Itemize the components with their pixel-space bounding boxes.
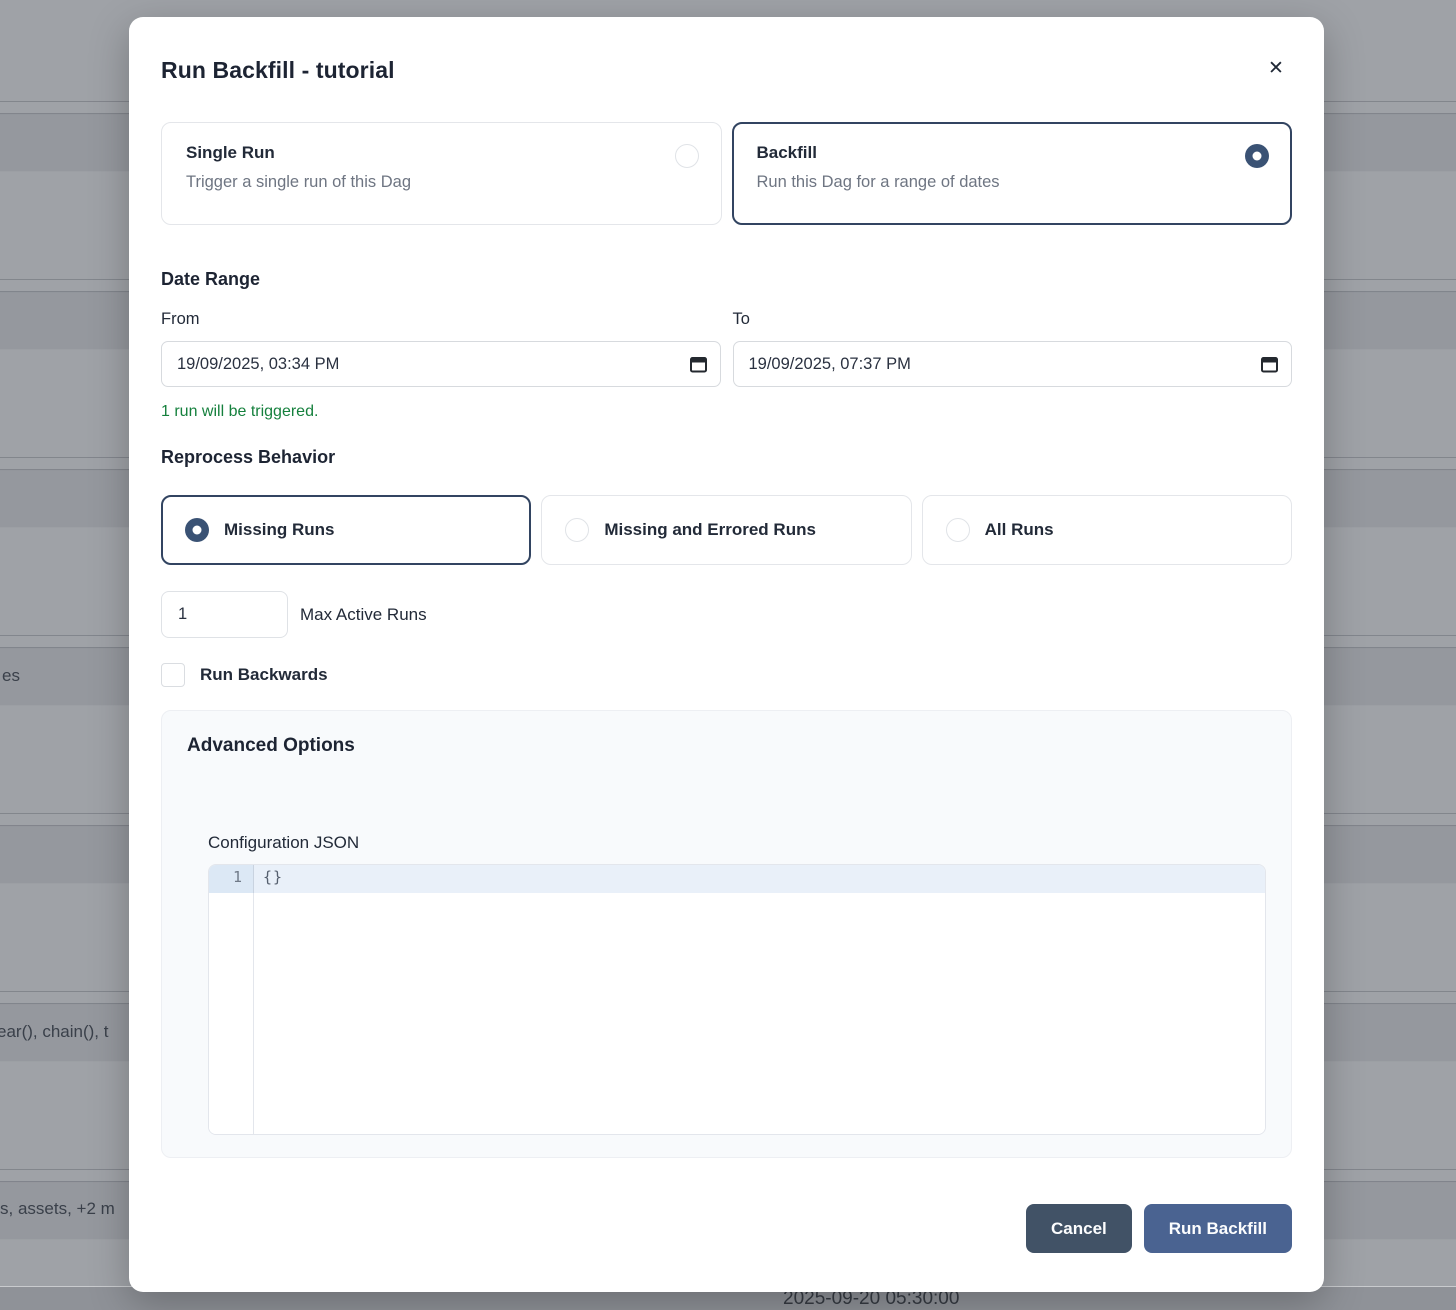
dialog-footer: Cancel Run Backfill bbox=[161, 1204, 1292, 1253]
reprocess-card-label: Missing and Errored Runs bbox=[604, 520, 816, 540]
max-active-runs-field: Max Active Runs bbox=[161, 591, 1292, 638]
editor-empty-area[interactable] bbox=[254, 893, 1265, 1134]
mode-card-label: Backfill bbox=[757, 143, 1268, 163]
background-table-text: ear(), chain(), t bbox=[0, 1022, 108, 1042]
radio-button[interactable] bbox=[946, 518, 970, 542]
configuration-json-label: Configuration JSON bbox=[208, 833, 1266, 853]
run-backfill-button[interactable]: Run Backfill bbox=[1144, 1204, 1292, 1253]
background-table-text: es bbox=[2, 666, 20, 686]
reprocess-card-missing-and-errored[interactable]: Missing and Errored Runs bbox=[541, 495, 911, 565]
editor-code-line[interactable]: {} bbox=[254, 865, 1265, 893]
run-backwards-label: Run Backwards bbox=[200, 665, 328, 685]
radio-button[interactable] bbox=[675, 144, 699, 168]
run-backwards-checkbox[interactable] bbox=[161, 663, 185, 687]
calendar-icon[interactable] bbox=[1261, 356, 1278, 373]
editor-line-number: 1 bbox=[209, 865, 254, 893]
reprocess-card-missing-runs[interactable]: Missing Runs bbox=[161, 495, 531, 565]
cancel-button[interactable]: Cancel bbox=[1026, 1204, 1132, 1253]
max-active-runs-label: Max Active Runs bbox=[300, 605, 427, 625]
radio-button-selected[interactable] bbox=[185, 518, 209, 542]
max-active-runs-input[interactable] bbox=[161, 591, 288, 638]
advanced-options-heading: Advanced Options bbox=[187, 735, 1266, 757]
reprocess-card-label: All Runs bbox=[985, 520, 1054, 540]
from-label: From bbox=[161, 310, 721, 329]
to-datetime-input[interactable] bbox=[733, 341, 1293, 387]
reprocess-card-label: Missing Runs bbox=[224, 520, 335, 540]
reprocess-options: Missing Runs Missing and Errored Runs Al… bbox=[161, 495, 1292, 565]
run-backfill-dialog: ✕ Run Backfill - tutorial Single Run Tri… bbox=[129, 17, 1324, 1292]
from-datetime-input[interactable] bbox=[161, 341, 721, 387]
advanced-options-panel: Advanced Options Configuration JSON 1 {} bbox=[161, 710, 1292, 1158]
calendar-icon[interactable] bbox=[690, 356, 707, 373]
editor-gutter bbox=[209, 893, 254, 1134]
background-table-text: s, assets, +2 m bbox=[0, 1199, 115, 1219]
reprocess-behavior-heading: Reprocess Behavior bbox=[161, 447, 1292, 468]
date-range-heading: Date Range bbox=[161, 269, 1292, 290]
dialog-title: Run Backfill - tutorial bbox=[161, 57, 1292, 84]
runs-triggered-message: 1 run will be triggered. bbox=[161, 403, 1292, 421]
json-code-editor[interactable]: 1 {} bbox=[208, 864, 1266, 1135]
run-backwards-field: Run Backwards bbox=[161, 663, 1292, 687]
radio-button[interactable] bbox=[565, 518, 589, 542]
configuration-json-field: Configuration JSON 1 {} bbox=[208, 833, 1266, 1135]
mode-card-single-run[interactable]: Single Run Trigger a single run of this … bbox=[161, 122, 722, 225]
mode-card-label: Single Run bbox=[186, 143, 697, 163]
date-range-fields: From To bbox=[161, 310, 1292, 387]
reprocess-card-all-runs[interactable]: All Runs bbox=[922, 495, 1292, 565]
mode-card-description: Trigger a single run of this Dag bbox=[186, 173, 697, 192]
run-mode-options: Single Run Trigger a single run of this … bbox=[161, 122, 1292, 225]
to-label: To bbox=[733, 310, 1293, 329]
radio-button-selected[interactable] bbox=[1245, 144, 1269, 168]
mode-card-backfill[interactable]: Backfill Run this Dag for a range of dat… bbox=[732, 122, 1293, 225]
mode-card-description: Run this Dag for a range of dates bbox=[757, 173, 1268, 192]
close-icon[interactable]: ✕ bbox=[1264, 57, 1288, 81]
